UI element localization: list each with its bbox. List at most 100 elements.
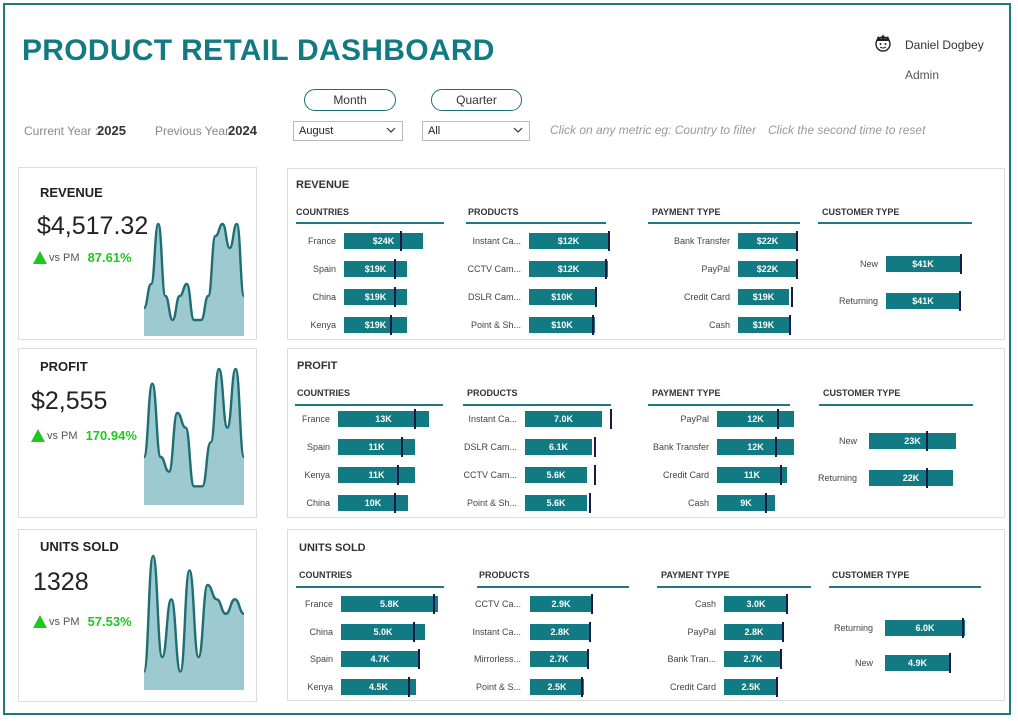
- user-info[interactable]: Daniel Dogbey Admin: [872, 32, 1002, 82]
- bar[interactable]: 7.0K: [525, 411, 602, 427]
- kpi-card-revenue[interactable]: REVENUE $4,517.32 vs PM 87.61%: [18, 167, 257, 340]
- bar-label[interactable]: Cash: [709, 320, 730, 330]
- bar-label[interactable]: France: [302, 414, 330, 424]
- bar[interactable]: $12K: [529, 233, 608, 249]
- section-header-underline: [818, 222, 972, 224]
- bar[interactable]: 2.8K: [724, 623, 784, 640]
- target-marker: [418, 649, 420, 669]
- bar[interactable]: $10K: [529, 317, 595, 333]
- bar[interactable]: 4.9K: [885, 655, 950, 671]
- bar[interactable]: 5.6K: [525, 467, 587, 483]
- bar[interactable]: $12K: [529, 261, 608, 277]
- bar-label[interactable]: Bank Tran...: [667, 654, 716, 664]
- kpi-card-units-sold[interactable]: UNITS SOLD 1328 vs PM 57.53%: [18, 529, 257, 702]
- kpi-label: REVENUE: [40, 185, 103, 200]
- bar[interactable]: 2.5K: [724, 678, 778, 695]
- bar[interactable]: 11K: [338, 467, 415, 483]
- bar-label[interactable]: Credit Card: [684, 292, 730, 302]
- bar[interactable]: $22K: [738, 261, 797, 277]
- bar-label[interactable]: PayPal: [687, 627, 716, 637]
- bar[interactable]: 11K: [717, 467, 787, 483]
- month-select[interactable]: August: [293, 121, 403, 141]
- bar-label[interactable]: DSLR Cam...: [468, 292, 521, 302]
- bar[interactable]: $24K: [344, 233, 423, 249]
- bar-label[interactable]: Kenya: [310, 320, 336, 330]
- bar-label[interactable]: Returning: [818, 473, 857, 483]
- bar[interactable]: 12K: [717, 439, 794, 455]
- bar[interactable]: 2.9K: [530, 596, 592, 612]
- bar-label[interactable]: Kenya: [307, 682, 333, 692]
- bar-label[interactable]: China: [306, 498, 330, 508]
- user-avatar-icon[interactable]: [872, 32, 894, 54]
- bar[interactable]: 6.0K: [885, 620, 965, 636]
- bar[interactable]: $10K: [529, 289, 595, 305]
- bar[interactable]: 5.8K: [341, 596, 438, 612]
- bar-label[interactable]: Spain: [310, 654, 333, 664]
- bar-label[interactable]: Bank Transfer: [674, 236, 730, 246]
- bar-label[interactable]: Spain: [307, 442, 330, 452]
- target-marker: [394, 493, 396, 513]
- quarter-select[interactable]: All: [422, 121, 530, 141]
- bar-label[interactable]: Returning: [839, 296, 878, 306]
- quarter-button[interactable]: Quarter: [431, 89, 522, 111]
- bar-label[interactable]: Point & Sh...: [467, 498, 517, 508]
- bar-label[interactable]: New: [855, 658, 873, 668]
- bar-label[interactable]: Instant Ca...: [472, 627, 521, 637]
- bar[interactable]: 4.5K: [341, 678, 416, 695]
- bar[interactable]: 6.1K: [525, 439, 592, 455]
- bar-label[interactable]: Credit Card: [670, 682, 716, 692]
- month-button[interactable]: Month: [304, 89, 396, 111]
- bar-label[interactable]: Credit Card: [663, 470, 709, 480]
- bar-label[interactable]: Instant Ca...: [468, 414, 517, 424]
- bar[interactable]: 2.7K: [530, 651, 588, 667]
- bar-label[interactable]: New: [860, 259, 878, 269]
- bar-label[interactable]: CCTV Ca...: [475, 599, 521, 609]
- section-header-underline: [829, 586, 981, 588]
- bar-label[interactable]: Kenya: [304, 470, 330, 480]
- bar[interactable]: $19K: [738, 289, 789, 305]
- bar[interactable]: 4.7K: [341, 651, 419, 667]
- bar-label[interactable]: France: [308, 236, 336, 246]
- bar-label[interactable]: Returning: [834, 623, 873, 633]
- target-marker: [782, 621, 784, 642]
- bar-label[interactable]: CCTV Cam...: [463, 470, 517, 480]
- bar[interactable]: 12K: [717, 411, 794, 427]
- bar-label[interactable]: PayPal: [701, 264, 730, 274]
- bar-label[interactable]: PayPal: [680, 414, 709, 424]
- bar-label[interactable]: Mirrorless...: [474, 654, 521, 664]
- bar-label[interactable]: Cash: [688, 498, 709, 508]
- bar-label[interactable]: CCTV Cam...: [467, 264, 521, 274]
- bar-label[interactable]: Point & Sh...: [471, 320, 521, 330]
- bar[interactable]: 5.6K: [525, 495, 587, 511]
- bar-label[interactable]: Point & S...: [476, 682, 521, 692]
- bar[interactable]: $41K: [886, 293, 960, 309]
- bar-label[interactable]: New: [839, 436, 857, 446]
- bar[interactable]: $22K: [738, 233, 797, 249]
- bar[interactable]: $41K: [886, 256, 960, 272]
- bar[interactable]: 11K: [338, 439, 415, 455]
- bar[interactable]: $19K: [344, 261, 407, 277]
- bar[interactable]: $19K: [738, 317, 789, 333]
- bar-label[interactable]: China: [309, 627, 333, 637]
- bar-label[interactable]: Instant Ca...: [472, 236, 521, 246]
- current-year-value: 2025: [97, 123, 126, 138]
- bar-label[interactable]: China: [312, 292, 336, 302]
- bar[interactable]: $19K: [344, 317, 407, 333]
- bar-label[interactable]: Cash: [695, 599, 716, 609]
- bar-label[interactable]: Bank Transfer: [653, 442, 709, 452]
- kpi-card-profit[interactable]: PROFIT $2,555 vs PM 170.94%: [18, 348, 257, 518]
- target-marker: [959, 291, 961, 311]
- bar[interactable]: 23K: [869, 433, 956, 449]
- bar[interactable]: 2.7K: [724, 651, 782, 667]
- bar[interactable]: 10K: [338, 495, 408, 511]
- target-marker: [608, 231, 610, 251]
- bar[interactable]: 2.5K: [530, 678, 584, 695]
- bar[interactable]: 2.8K: [530, 623, 590, 640]
- bar-label[interactable]: DSLR Cam...: [464, 442, 517, 452]
- bar-label[interactable]: France: [305, 599, 333, 609]
- bar[interactable]: $19K: [344, 289, 407, 305]
- bar-label[interactable]: Spain: [313, 264, 336, 274]
- bar[interactable]: 22K: [869, 470, 953, 486]
- target-marker: [592, 315, 594, 335]
- bar[interactable]: 3.0K: [724, 596, 788, 612]
